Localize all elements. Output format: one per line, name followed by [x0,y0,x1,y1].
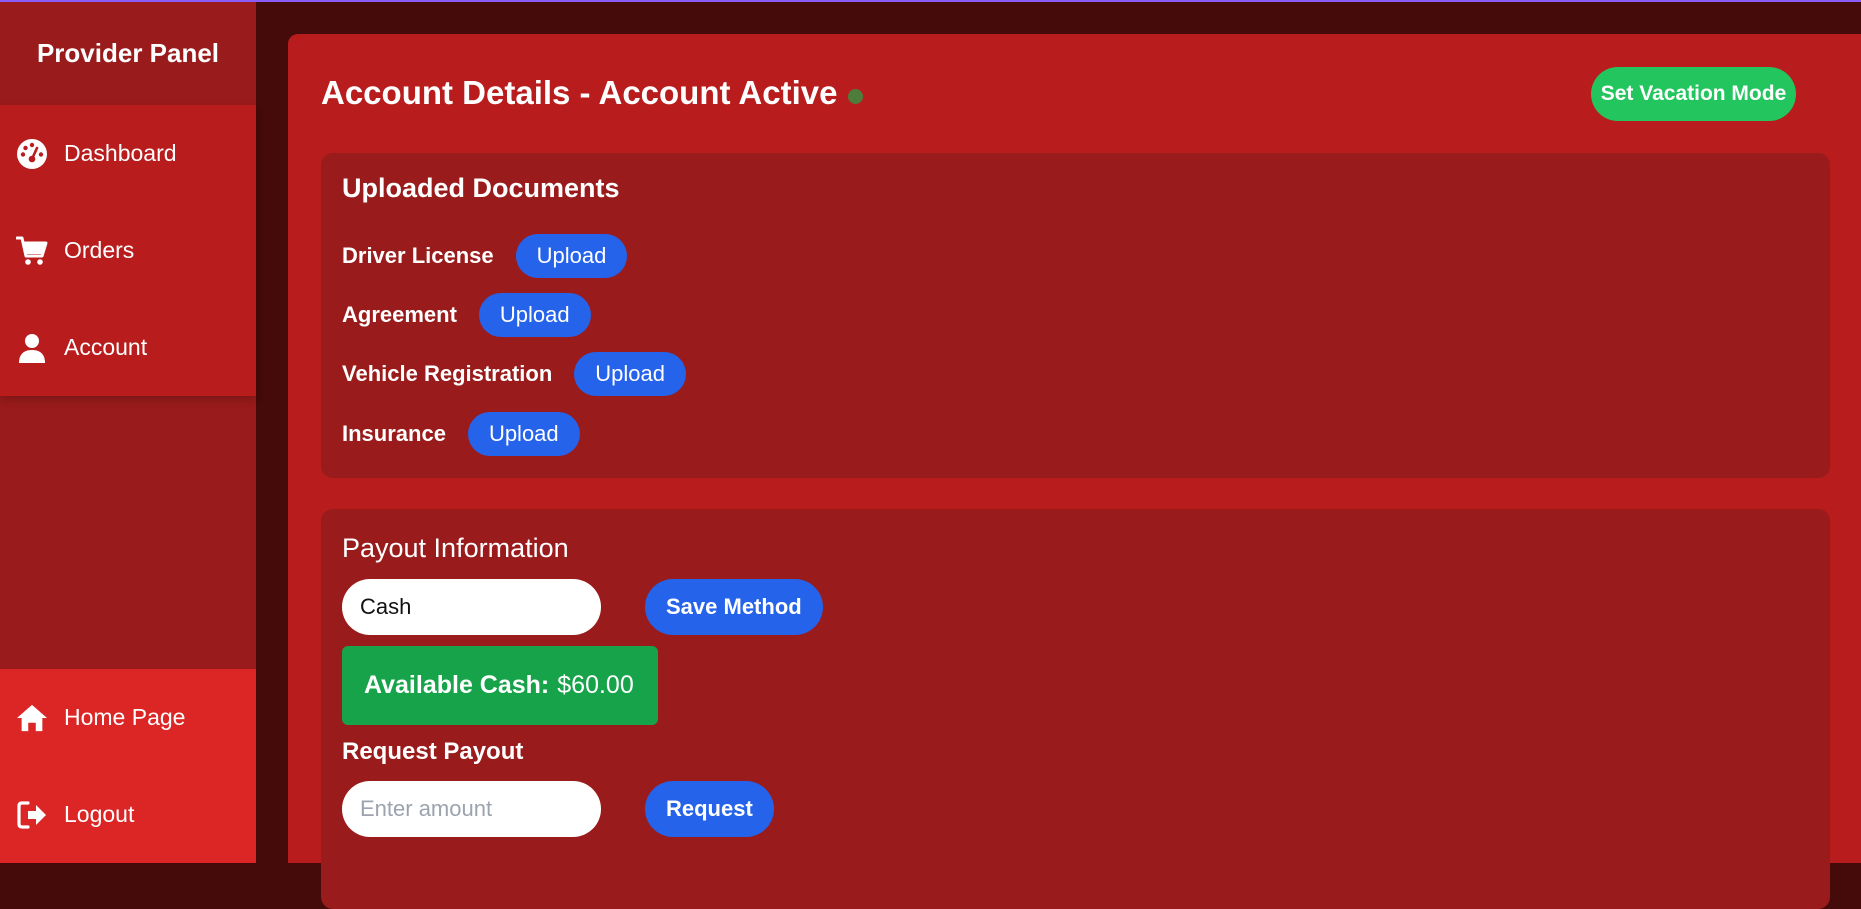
document-label: Insurance [342,421,446,446]
save-method-button[interactable]: Save Method [645,579,823,635]
payout-title: Payout Information [342,533,569,563]
sidebar-item-label: Logout [64,801,135,827]
payout-amount-input[interactable] [342,781,601,837]
payout-method-input[interactable] [342,579,601,635]
upload-agreement-button[interactable]: Upload [478,293,591,337]
sidebar-item-dashboard[interactable]: Dashboard [0,105,256,202]
page-title: Account Details - Account Active [321,74,864,112]
status-indicator-dot [848,88,864,104]
sidebar-item-account[interactable]: Account [0,299,256,396]
upload-insurance-button[interactable]: Upload [467,412,580,456]
sidebar-item-label: Home Page [64,704,186,730]
sidebar-nav: Dashboard Orders Account [0,105,256,396]
payout-information-card: Payout Information Save Method Available… [321,509,1830,909]
document-label: Vehicle Registration [342,361,553,386]
documents-title: Uploaded Documents [342,173,620,203]
upload-driver-license-button[interactable]: Upload [515,234,628,278]
sidebar: Provider Panel Dashboard Orders Account … [0,2,256,863]
request-payout-title: Request Payout [342,738,524,765]
upload-vehicle-registration-button[interactable]: Upload [574,352,687,396]
document-row-agreement: Agreement Upload [342,293,591,337]
uploaded-documents-card: Uploaded Documents Driver License Upload… [321,153,1830,478]
cart-icon [16,235,48,267]
document-label: Driver License [342,243,494,268]
top-accent-line [0,0,1861,2]
available-cash-label: Available Cash: [364,671,550,699]
set-vacation-mode-button[interactable]: Set Vacation Mode [1591,67,1796,121]
sidebar-item-logout[interactable]: Logout [0,766,256,863]
document-row-insurance: Insurance Upload [342,412,580,456]
home-icon [16,702,48,734]
available-cash-box: Available Cash: $60.00 [342,646,658,725]
request-payout-button[interactable]: Request [645,781,774,837]
main-panel: Account Details - Account Active Set Vac… [288,34,1861,909]
dashboard-gauge-icon [16,138,48,170]
sidebar-item-label: Orders [64,237,135,263]
page-title-text: Account Details - Account Active [321,74,838,111]
user-icon [16,332,48,364]
document-label: Agreement [342,302,457,327]
available-cash-amount: $60.00 [557,671,634,699]
document-row-vehicle-registration: Vehicle Registration Upload [342,352,687,396]
logout-icon [16,799,48,831]
document-row-driver-license: Driver License Upload [342,234,628,278]
sidebar-bottom-nav: Home Page Logout [0,669,256,863]
sidebar-item-label: Account [64,334,148,360]
sidebar-item-orders[interactable]: Orders [0,202,256,299]
sidebar-item-label: Dashboard [64,140,177,166]
sidebar-item-home-page[interactable]: Home Page [0,669,256,766]
sidebar-brand: Provider Panel [0,2,256,105]
